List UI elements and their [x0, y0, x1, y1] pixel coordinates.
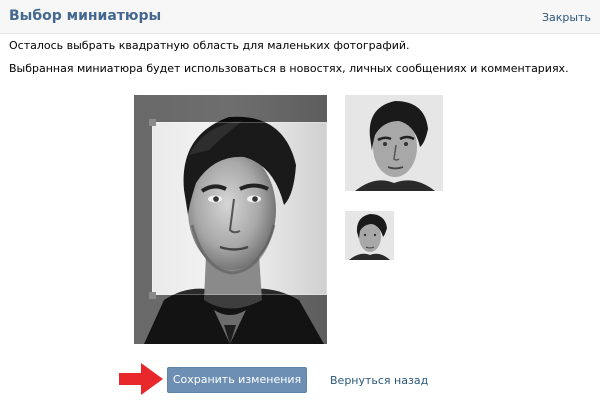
description-line-2: Выбранная миниатюра будет использоваться… — [9, 62, 569, 75]
dialog-header: Выбор миниатюры Закрыть — [0, 0, 600, 34]
save-button[interactable]: Сохранить изменения — [167, 367, 307, 393]
thumbnail-dialog: Выбор миниатюры Закрыть Осталось выбрать… — [0, 0, 600, 404]
preview-small-image — [345, 211, 394, 260]
crop-handle-bottom-left[interactable] — [149, 292, 156, 299]
crop-dim-left — [134, 122, 152, 344]
crop-handle-top-left[interactable] — [149, 119, 156, 126]
description-line-1: Осталось выбрать квадратную область для … — [9, 39, 410, 52]
preview-large-image — [345, 95, 443, 191]
preview-small — [345, 211, 394, 260]
crop-area[interactable] — [134, 95, 327, 344]
preview-large — [345, 95, 443, 191]
crop-dim-top — [134, 95, 327, 122]
crop-dim-bottom — [152, 295, 327, 344]
close-link[interactable]: Закрыть — [542, 11, 591, 24]
dialog-title: Выбор миниатюры — [9, 8, 162, 24]
back-link[interactable]: Вернуться назад — [330, 374, 428, 387]
crop-selection[interactable] — [152, 122, 327, 295]
red-arrow-icon — [119, 363, 163, 395]
